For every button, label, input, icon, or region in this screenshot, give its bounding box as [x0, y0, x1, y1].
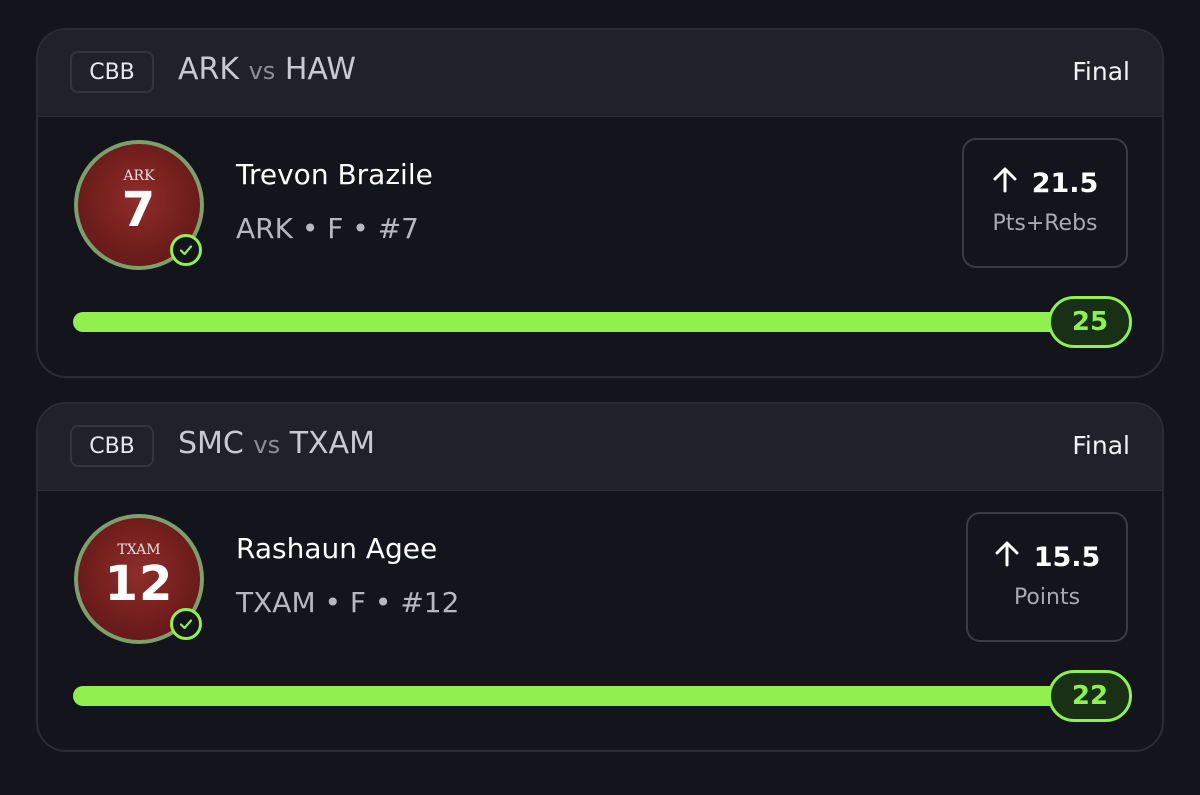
- progress-fill: [73, 686, 1103, 706]
- game-status: Final: [1072, 431, 1130, 460]
- card-header: CBB ARK vs HAW Final: [38, 30, 1162, 117]
- player-info: ARK • F • #7: [236, 212, 419, 245]
- matchup: ARK vs HAW: [178, 52, 356, 87]
- arrow-up-icon: [992, 166, 1018, 201]
- prop-line-box: 15.5 Points: [966, 512, 1128, 642]
- progress-fill: [73, 312, 1103, 332]
- prop-card[interactable]: CBB SMC vs TXAM Final TXAM 12 Rashaun Ag…: [36, 402, 1164, 752]
- matchup: SMC vs TXAM: [178, 426, 375, 461]
- away-team: TXAM: [289, 426, 375, 461]
- result-value: 25: [1048, 296, 1132, 348]
- league-badge: CBB: [70, 51, 154, 93]
- prop-stat-type: Points: [1013, 585, 1081, 610]
- player-avatar: TXAM 12: [74, 514, 204, 644]
- check-circle-icon: [170, 234, 202, 266]
- prop-line-value: 15.5: [1033, 542, 1101, 573]
- jersey-number: 12: [104, 556, 174, 612]
- away-team: HAW: [284, 52, 356, 87]
- result-value: 22: [1048, 670, 1132, 722]
- vs-label: vs: [253, 431, 281, 459]
- prop-line-box: 21.5 Pts+Rebs: [962, 138, 1128, 268]
- arrow-up-icon: [994, 540, 1020, 575]
- card-header: CBB SMC vs TXAM Final: [38, 404, 1162, 491]
- prop-line-value: 21.5: [1031, 168, 1099, 199]
- player-name: Trevon Brazile: [236, 158, 433, 191]
- game-status: Final: [1072, 57, 1130, 86]
- check-circle-icon: [170, 608, 202, 640]
- player-name: Rashaun Agee: [236, 532, 438, 565]
- league-badge: CBB: [70, 425, 154, 467]
- home-team: SMC: [178, 426, 244, 461]
- player-avatar: ARK 7: [74, 140, 204, 270]
- vs-label: vs: [248, 57, 276, 85]
- player-info: TXAM • F • #12: [236, 586, 460, 619]
- jersey-number: 7: [121, 182, 157, 238]
- progress-bar: [73, 312, 1103, 332]
- home-team: ARK: [178, 52, 240, 87]
- prop-stat-type: Pts+Rebs: [992, 211, 1098, 236]
- progress-bar: [73, 686, 1103, 706]
- prop-card[interactable]: CBB ARK vs HAW Final ARK 7 Trevon Brazil…: [36, 28, 1164, 378]
